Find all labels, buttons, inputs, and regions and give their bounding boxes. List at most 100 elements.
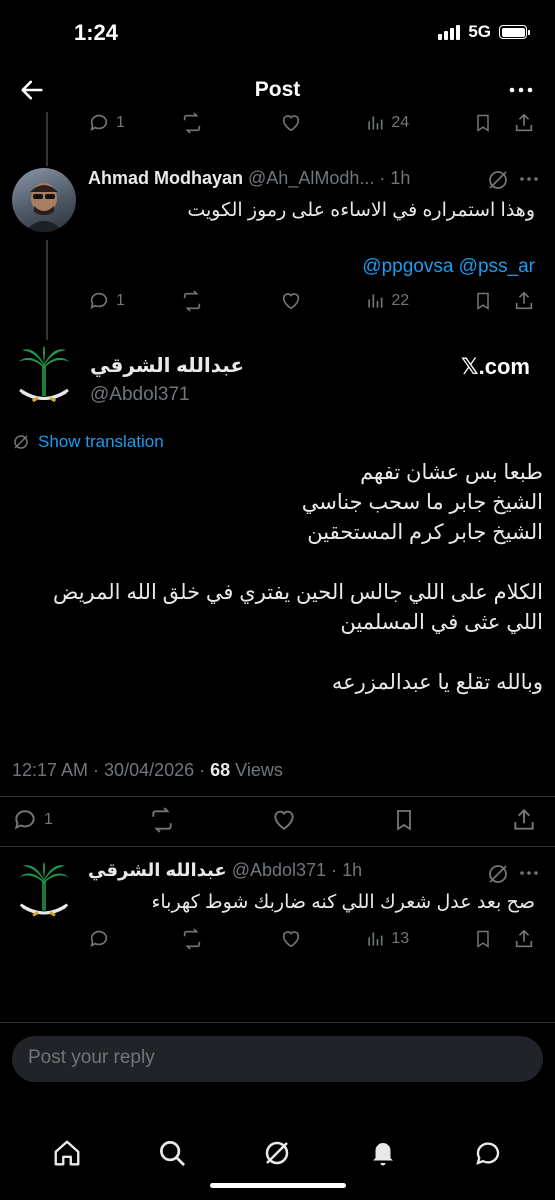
- reply-icon: [14, 810, 35, 830]
- thread-line-middle: [46, 240, 48, 340]
- post-timestamp: 12:17 AM · 30/04/2026 ·: [12, 760, 211, 780]
- reply-button[interactable]: 1: [88, 290, 180, 312]
- page-title: Post: [254, 78, 301, 101]
- bookmark-icon: [477, 114, 489, 132]
- views-button[interactable]: 13: [365, 929, 473, 949]
- share-button[interactable]: [513, 290, 535, 312]
- grok-icon: [14, 435, 28, 449]
- reply-post-actions: 1 22: [88, 288, 535, 314]
- grok-icon[interactable]: [486, 862, 510, 886]
- share-icon: [515, 113, 533, 132]
- body-line: طبعا بس عشان تفهم: [360, 461, 543, 484]
- share-icon: [514, 808, 534, 830]
- share-button[interactable]: [513, 928, 535, 950]
- divider: [0, 796, 555, 797]
- body-line: الشيخ جابر ما سحب جناسي: [301, 491, 543, 514]
- body-line: وبالله تقلع يا عبدالمزرعه: [331, 671, 543, 694]
- battery-icon: [499, 25, 530, 39]
- more-icon[interactable]: [520, 870, 538, 876]
- bookmark-button[interactable]: [473, 290, 513, 312]
- share-icon: [515, 291, 533, 310]
- like-button[interactable]: [280, 290, 366, 312]
- bookmark-icon: [477, 292, 489, 310]
- messages-icon[interactable]: [473, 1138, 503, 1168]
- comment-actions: 13: [88, 926, 535, 952]
- grok-icon[interactable]: [486, 168, 510, 192]
- more-icon[interactable]: [520, 176, 538, 182]
- reply-input[interactable]: Post your reply: [12, 1036, 543, 1082]
- repost-button[interactable]: [148, 807, 176, 833]
- main-post-actions: 1: [12, 806, 537, 834]
- comment-header: عبدالله الشرقي @Abdol371 · 1h: [88, 860, 363, 880]
- body-line: [12, 638, 543, 668]
- grok-icon[interactable]: [262, 1138, 292, 1168]
- show-translation-button[interactable]: Show translation: [12, 432, 164, 452]
- views-count[interactable]: 68: [210, 760, 230, 780]
- source-label[interactable]: 𝕏.com: [461, 354, 530, 380]
- heart-icon: [282, 293, 299, 310]
- body-line: الشيخ جابر كرم المستحقين: [307, 521, 543, 544]
- avatar-ahmad[interactable]: [12, 168, 76, 232]
- home-icon[interactable]: [52, 1138, 82, 1168]
- more-icon[interactable]: [509, 86, 533, 94]
- repost-button[interactable]: [180, 928, 280, 950]
- post-time: 1h: [390, 168, 411, 188]
- network-label: 5G: [468, 22, 491, 41]
- body-line: [12, 548, 543, 578]
- post-meta: 12:17 AM · 30/04/2026 · 68 Views: [12, 760, 283, 781]
- author-handle[interactable]: @Ah_AlModh...: [248, 168, 374, 188]
- body-line: الكلام على اللي جالس الحين يفتري في خلق …: [52, 581, 543, 604]
- reply-placeholder: Post your reply: [28, 1047, 155, 1068]
- avatar-palm-swords[interactable]: [12, 344, 76, 416]
- bottom-nav: [0, 1128, 555, 1178]
- reply-button[interactable]: [88, 928, 180, 950]
- reply-post-mentions[interactable]: @ppgovsa @pss_ar: [362, 256, 535, 278]
- author-handle[interactable]: @Abdol371: [232, 860, 326, 880]
- like-button[interactable]: [280, 112, 366, 134]
- views-label: Views: [230, 760, 283, 780]
- bookmark-button[interactable]: [392, 807, 416, 833]
- share-button[interactable]: [513, 112, 535, 134]
- views-button[interactable]: 22: [365, 291, 473, 311]
- heart-icon: [282, 931, 299, 948]
- divider: [0, 1022, 555, 1023]
- reply-post-text: وهذا استمراره في الاساءه على رموز الكويت: [187, 200, 535, 221]
- status-indicators: 5G: [438, 22, 530, 42]
- reply-button[interactable]: 1: [88, 112, 180, 134]
- main-author-handle[interactable]: @Abdol371: [90, 384, 190, 406]
- repost-icon: [152, 807, 172, 833]
- bookmark-icon: [397, 810, 411, 831]
- views-button[interactable]: 24: [365, 113, 473, 133]
- search-icon[interactable]: [157, 1138, 187, 1168]
- main-author-name[interactable]: عبدالله الشرقي: [90, 353, 244, 378]
- thread-line-top: [46, 112, 48, 166]
- views-icon: [368, 116, 383, 130]
- heart-icon: [274, 810, 294, 830]
- body-line: اللي عثى في المسلمين: [340, 611, 543, 634]
- author-name[interactable]: عبدالله الشرقي: [88, 860, 227, 880]
- signal-icon: [438, 24, 461, 40]
- prev-post-actions: 1 24: [88, 110, 535, 136]
- repost-icon: [183, 290, 200, 312]
- bookmark-button[interactable]: [473, 112, 513, 134]
- views-icon: [368, 294, 383, 308]
- comment-text: صح بعد عدل شعرك اللي كنه ضاربك شوط كهربا…: [151, 892, 535, 913]
- repost-button[interactable]: [180, 112, 280, 134]
- reply-post-header: Ahmad Modhayan @Ah_AlModh... · 1h: [88, 168, 411, 188]
- share-icon: [515, 929, 533, 948]
- repost-button[interactable]: [180, 290, 280, 312]
- main-post-body: طبعا بس عشان تفهم الشيخ جابر ما سحب جناس…: [12, 458, 543, 698]
- heart-icon: [282, 115, 299, 132]
- home-indicator: [210, 1183, 346, 1188]
- author-name[interactable]: Ahmad Modhayan: [88, 168, 243, 188]
- reply-icon: [90, 930, 108, 947]
- bookmark-button[interactable]: [473, 928, 513, 950]
- avatar-palm-swords[interactable]: [12, 860, 76, 930]
- like-button[interactable]: [271, 807, 297, 833]
- like-button[interactable]: [280, 928, 366, 950]
- share-button[interactable]: [511, 807, 537, 833]
- reply-button[interactable]: 1: [12, 807, 53, 833]
- post-time: 1h: [342, 860, 363, 880]
- notifications-icon[interactable]: [368, 1138, 398, 1168]
- reply-icon: [90, 114, 108, 131]
